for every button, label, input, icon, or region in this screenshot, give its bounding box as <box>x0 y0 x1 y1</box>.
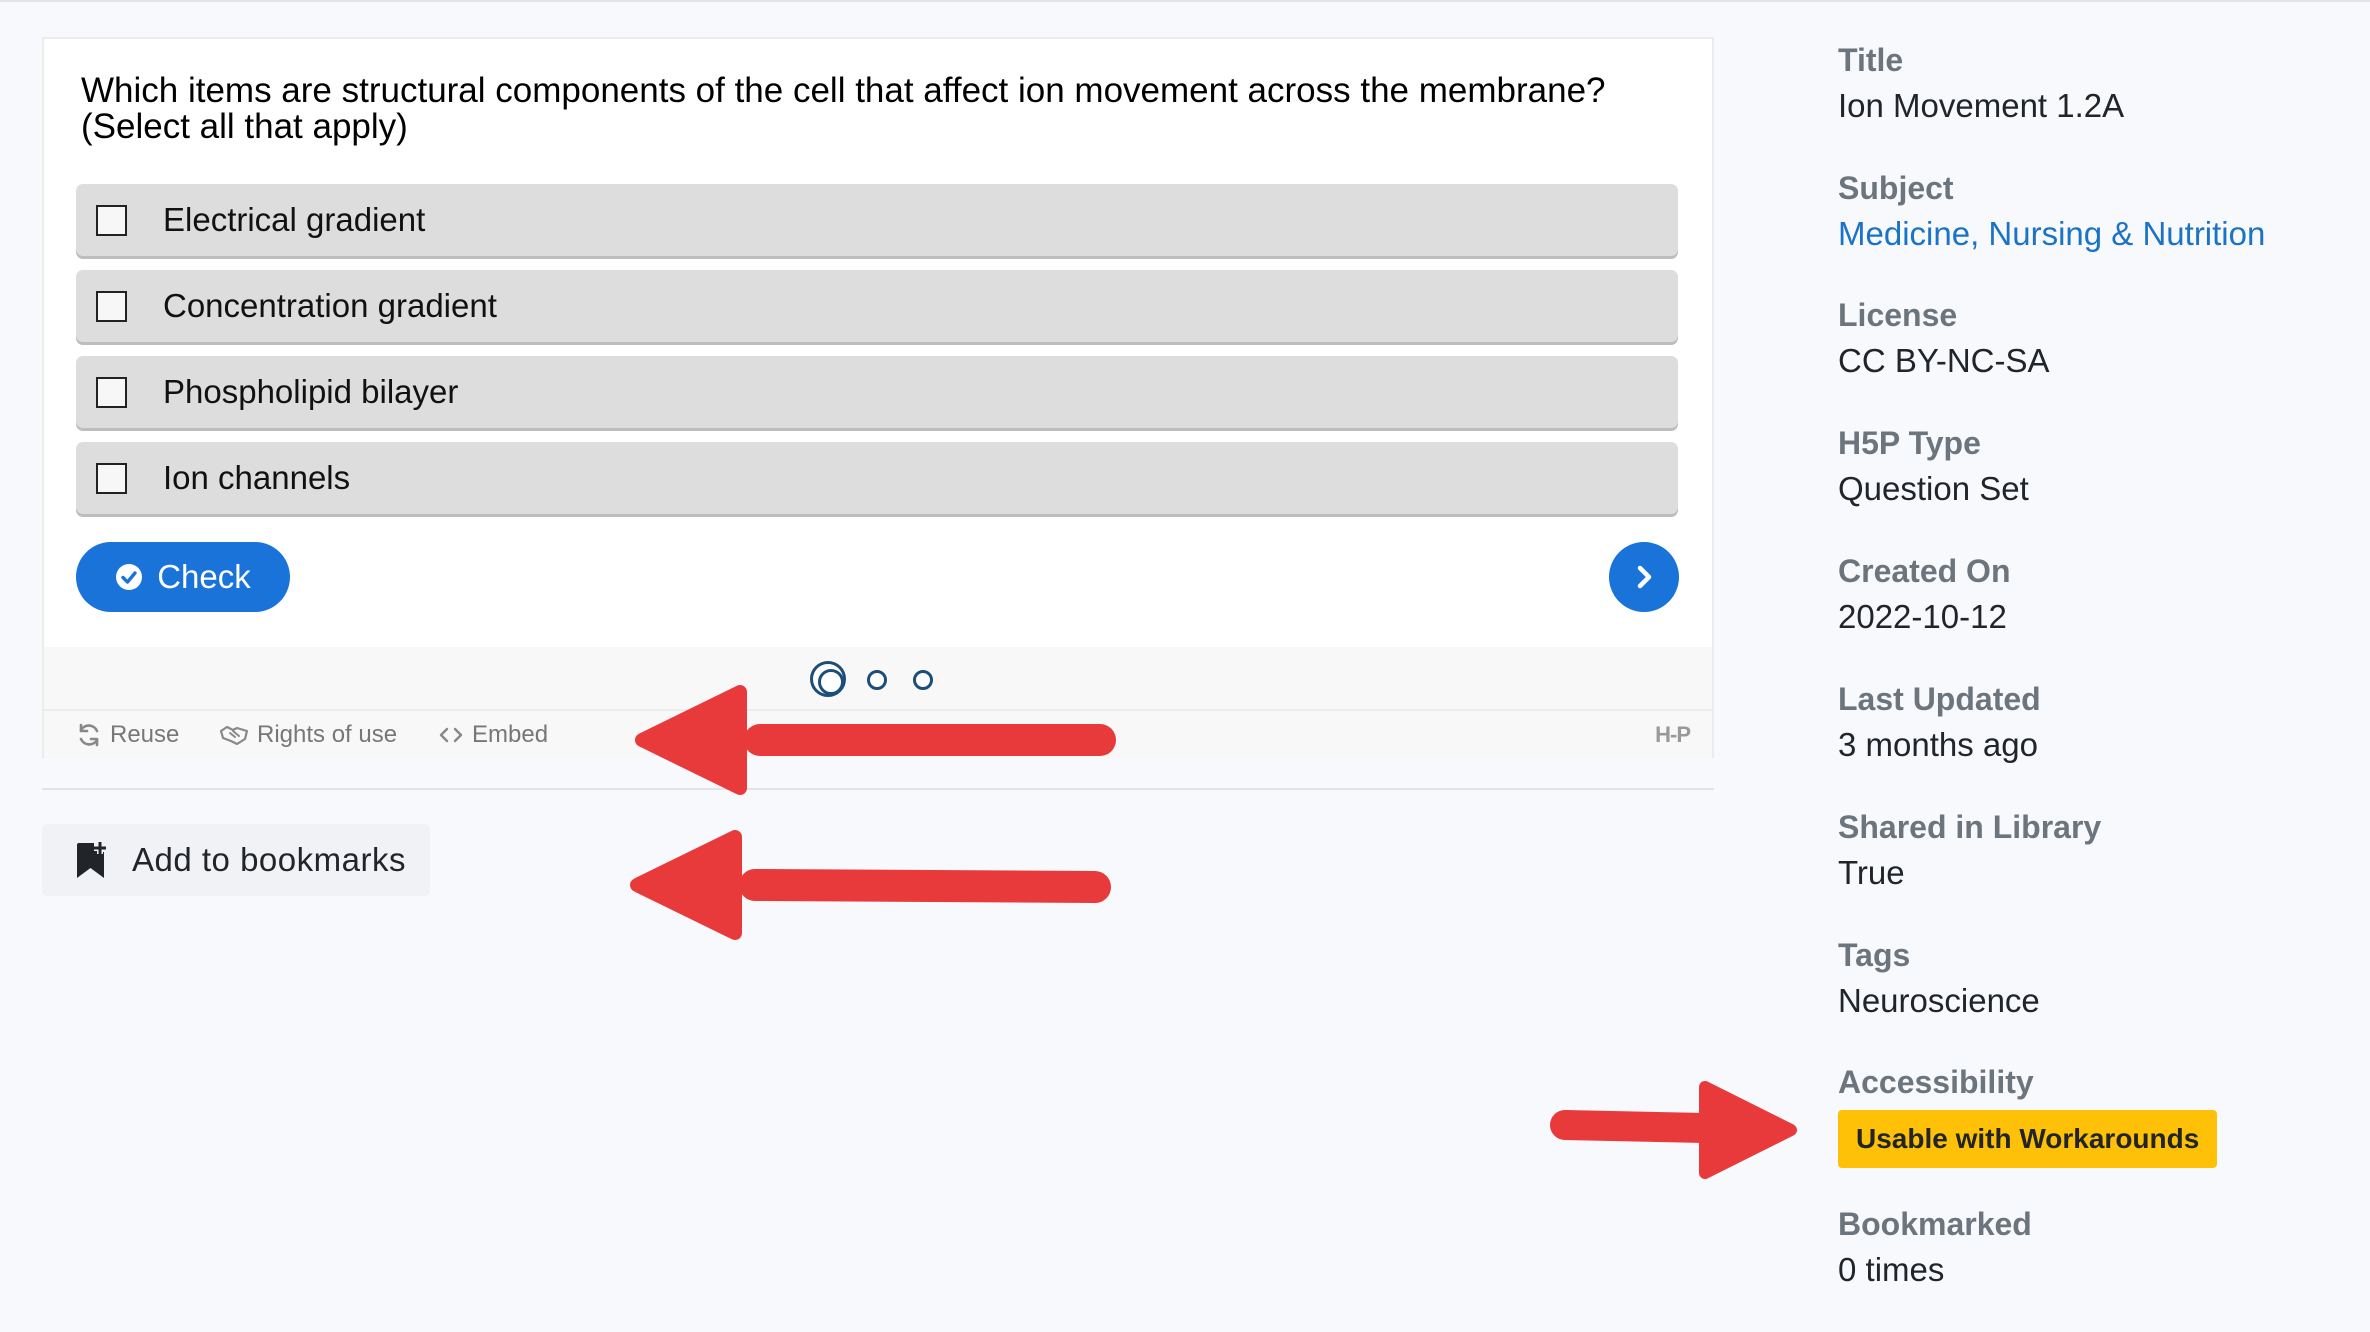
check-button-label: Check <box>157 558 251 595</box>
annotation-arrow-right-icon <box>1550 1081 1797 1179</box>
checkbox[interactable] <box>96 290 127 322</box>
top-divider <box>0 0 2370 2</box>
next-question-button[interactable] <box>1609 542 1679 612</box>
answer-option[interactable]: Electrical gradient <box>76 184 1678 256</box>
answer-option[interactable]: Ion channels <box>76 442 1678 514</box>
check-button[interactable]: Check <box>76 542 290 612</box>
check-circle-icon <box>116 564 143 590</box>
meta-label: Shared in Library <box>1838 809 2102 845</box>
meta-label: Tags <box>1838 937 1911 973</box>
h5p-logo[interactable]: H-P <box>1655 722 1691 748</box>
meta-value: 0 times <box>1838 1251 1945 1288</box>
checkbox[interactable] <box>96 376 127 408</box>
embed-link[interactable]: Embed <box>438 721 548 749</box>
meta-label: H5P Type <box>1838 425 1981 461</box>
meta-label: Subject <box>1838 170 1954 206</box>
rights-of-use-link[interactable]: Rights of use <box>219 721 397 749</box>
meta-created-on: Created On 2022-10-12 <box>1838 553 2358 637</box>
meta-label: Created On <box>1838 553 2011 589</box>
meta-label: Last Updated <box>1838 681 2041 717</box>
annotation-arrow-left-icon <box>635 685 1116 795</box>
meta-subject: Subject Medicine, Nursing & Nutrition <box>1838 170 2358 254</box>
answer-label: Phospholipid bilayer <box>163 373 459 410</box>
accessibility-badge: Usable with Workarounds <box>1838 1110 2218 1168</box>
meta-label: License <box>1838 297 1958 333</box>
code-icon <box>439 727 463 743</box>
meta-label: Bookmarked <box>1838 1206 2032 1242</box>
meta-shared-in-library: Shared in Library True <box>1838 809 2358 893</box>
meta-value: CC BY-NC-SA <box>1838 342 2050 379</box>
meta-label: Accessibility <box>1838 1064 2034 1100</box>
meta-value: 3 months ago <box>1838 726 2038 763</box>
add-to-bookmarks-button[interactable]: Add to bookmarks <box>42 824 430 896</box>
meta-label: Title <box>1838 42 1904 78</box>
meta-value: Question Set <box>1838 470 2029 507</box>
meta-value: Ion Movement 1.2A <box>1838 87 2125 124</box>
answer-option[interactable]: Phospholipid bilayer <box>76 356 1678 428</box>
add-to-bookmarks-label: Add to bookmarks <box>132 841 406 878</box>
answer-label: Ion channels <box>163 459 351 496</box>
reuse-icon <box>79 723 99 747</box>
answer-label: Electrical gradient <box>163 201 426 238</box>
meta-tags: Tags Neuroscience <box>1838 937 2358 1021</box>
answer-option[interactable]: Concentration gradient <box>76 270 1678 342</box>
subject-link[interactable]: Medicine, Nursing & Nutrition <box>1838 214 2358 254</box>
h5p-content-card: Which items are structural components of… <box>42 37 1714 758</box>
meta-last-updated: Last Updated 3 months ago <box>1838 681 2358 765</box>
rights-of-use-label: Rights of use <box>257 721 398 748</box>
chevron-right-icon <box>1637 565 1652 589</box>
answer-label: Concentration gradient <box>163 287 497 324</box>
reuse-label: Reuse <box>110 721 180 748</box>
meta-license: License CC BY-NC-SA <box>1838 297 2358 381</box>
checkbox[interactable] <box>96 204 127 236</box>
meta-title: Title Ion Movement 1.2A <box>1838 42 2358 126</box>
meta-bookmarked: Bookmarked 0 times <box>1838 1206 2358 1290</box>
meta-value: True <box>1838 854 1905 891</box>
reuse-link[interactable]: Reuse <box>76 721 179 749</box>
page: Which items are structural components of… <box>0 0 2370 1332</box>
handshake-icon <box>219 725 249 746</box>
embed-label: Embed <box>472 721 549 748</box>
meta-h5p-type: H5P Type Question Set <box>1838 425 2358 509</box>
meta-accessibility: Accessibility Usable with Workarounds <box>1838 1064 2358 1168</box>
checkbox[interactable] <box>96 462 127 494</box>
bookmark-plus-icon <box>77 842 106 878</box>
meta-value: Neuroscience <box>1838 982 2040 1019</box>
question-text: Which items are structural components of… <box>81 71 1606 146</box>
annotation-arrow-left-icon <box>630 830 1111 940</box>
meta-value: 2022-10-12 <box>1838 598 2007 635</box>
